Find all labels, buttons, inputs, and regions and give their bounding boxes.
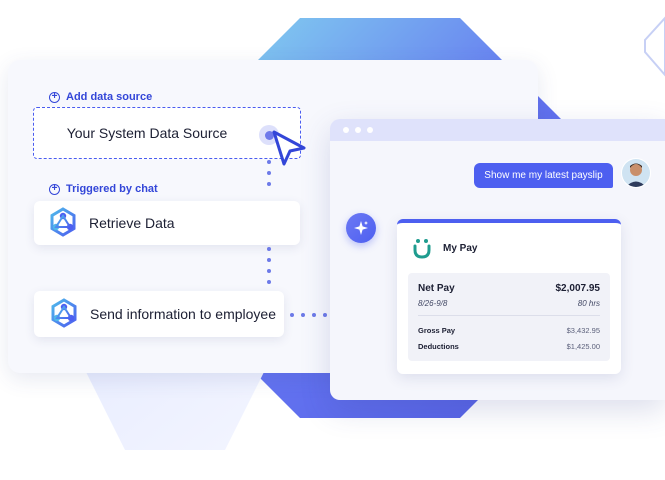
step-label: Send information to employee [90,306,276,322]
step-retrieve-data[interactable]: Retrieve Data [34,201,300,245]
net-pay-value: $2,007.95 [555,283,601,294]
ai-assistant-badge [346,213,376,243]
chat-titlebar [330,119,665,141]
user-message-text: Show me my latest payslip [484,170,603,181]
plus-circle-icon: + [49,91,60,103]
pay-card-title: My Pay [443,242,478,254]
add-data-source-text: Add data source [66,91,153,103]
pay-hours: 80 hrs [577,299,600,308]
plus-circle-icon: + [49,183,60,195]
user-avatar [621,158,651,188]
pay-period: 8/26-9/8 [418,299,448,308]
add-data-source-label[interactable]: + Add data source [49,91,152,103]
triggered-by-chat-text: Triggered by chat [66,183,158,195]
net-pay-label: Net Pay [418,283,455,294]
gross-pay-label: Gross Pay [418,326,456,335]
user-message-bubble: Show me my latest payslip [474,163,613,188]
step-send-information[interactable]: Send information to employee [34,291,284,337]
pay-card-header: My Pay [411,237,477,259]
triggered-by-chat-label[interactable]: + Triggered by chat [49,183,158,195]
pay-card[interactable]: My Pay Net Pay $2,007.95 8/26-9/8 80 hrs… [397,219,621,374]
window-dot [355,127,361,133]
window-dot [367,127,373,133]
deductions-label: Deductions [418,342,459,351]
divider [418,315,600,316]
workflow-hexagon-icon [50,207,76,237]
data-source-text: Your System Data Source [66,125,228,141]
window-dot [343,127,349,133]
connector-dots [267,160,271,193]
deductions-value: $1,425.00 [566,342,600,351]
connector-dots [267,247,271,291]
pay-logo-icon [413,239,431,259]
pay-summary: Net Pay $2,007.95 8/26-9/8 80 hrs Gross … [408,273,610,361]
pointer-cursor-icon [272,130,306,166]
step-label: Retrieve Data [89,215,175,231]
workflow-hexagon-icon [51,298,77,328]
sparkle-icon [354,221,368,235]
gross-pay-value: $3,432.95 [566,326,600,335]
